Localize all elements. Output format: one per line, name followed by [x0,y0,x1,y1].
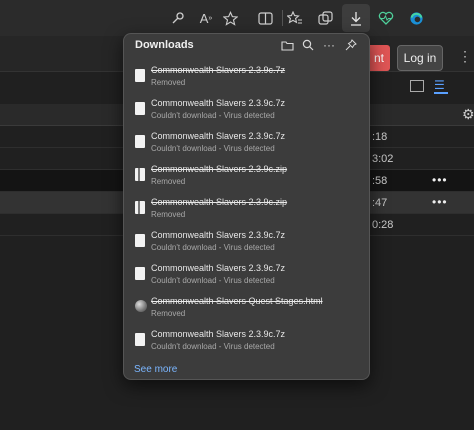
download-status: Removed [151,309,186,318]
split-screen-icon[interactable] [255,8,275,28]
download-status: Couldn't download - Virus detected [151,111,275,120]
download-item[interactable]: Commonwealth Slavers 2.3.9c.7z Removed [124,62,369,95]
download-filename[interactable]: Commonwealth Slavers 2.3.9c.7z [151,65,285,75]
download-item[interactable]: Commonwealth Slavers 2.3.9c.7z Couldn't … [124,128,369,161]
open-folder-icon[interactable] [279,37,295,53]
more-options-icon[interactable]: ⋮ [458,48,472,65]
gear-icon[interactable]: ⚙ [462,106,474,123]
download-status: Removed [151,78,186,87]
download-status: Removed [151,177,186,186]
grid-view-icon[interactable] [410,80,424,92]
favorite-star-icon[interactable] [220,8,240,28]
row-time: :47 [372,197,388,209]
row-time: 0:28 [372,219,394,231]
row-menu-icon[interactable]: ••• [432,195,448,209]
download-status: Couldn't download - Virus detected [151,342,275,351]
list-view-icon[interactable]: ☰ [434,79,448,94]
edge-file-icon [135,300,147,312]
edge-icon[interactable] [406,8,426,28]
search-icon[interactable] [300,37,316,53]
download-filename[interactable]: Commonwealth Slavers 2.3.9c.7z [151,263,285,273]
key-icon[interactable] [168,8,188,28]
download-filename[interactable]: Commonwealth Slavers Quest Stages.html [151,296,323,306]
zip-icon [135,168,145,181]
pin-icon[interactable] [343,37,359,53]
collections-icon[interactable] [315,8,335,28]
health-icon[interactable] [376,8,396,28]
more-options-icon[interactable]: ··· [321,37,337,53]
download-item[interactable]: Commonwealth Slavers 2.3.9c.7z Couldn't … [124,260,369,293]
downloads-flyout: Downloads ··· Commonwealth Slavers 2.3.9… [123,33,370,380]
download-filename[interactable]: Commonwealth Slavers 2.3.9c.7z [151,98,285,108]
favorites-icon[interactable] [285,8,305,28]
download-status: Couldn't download - Virus detected [151,243,275,252]
download-filename[interactable]: Commonwealth Slavers 2.3.9c.7z [151,329,285,339]
browser-toolbar: A» [0,0,474,36]
zip-icon [135,201,145,214]
downloads-icon[interactable] [346,8,366,28]
download-item[interactable]: Commonwealth Slavers Quest Stages.html R… [124,293,369,326]
row-time: :58 [372,175,388,187]
file-icon [135,333,145,346]
file-icon [135,267,145,280]
download-status: Couldn't download - Virus detected [151,276,275,285]
download-status: Couldn't download - Virus detected [151,144,275,153]
row-time: :18 [372,131,388,143]
download-item[interactable]: Commonwealth Slavers 2.3.9c.7z Couldn't … [124,227,369,260]
download-filename[interactable]: Commonwealth Slavers 2.3.9c.7z [151,131,285,141]
download-filename[interactable]: Commonwealth Slavers 2.3.9c.zip [151,197,287,207]
download-status: Removed [151,210,186,219]
download-item[interactable]: Commonwealth Slavers 2.3.9c.7z Couldn't … [124,326,369,359]
row-time: 3:02 [372,153,394,165]
file-icon [135,69,145,82]
file-icon [135,135,145,148]
file-icon [135,234,145,247]
row-menu-icon[interactable]: ••• [432,173,448,187]
download-filename[interactable]: Commonwealth Slavers 2.3.9c.7z [151,230,285,240]
login-button[interactable]: Log in [397,45,443,71]
download-item[interactable]: Commonwealth Slavers 2.3.9c.zip Removed [124,194,369,227]
download-filename[interactable]: Commonwealth Slavers 2.3.9c.zip [151,164,287,174]
read-aloud-icon[interactable]: A» [196,8,216,28]
see-more-link[interactable]: See more [134,364,177,375]
download-item[interactable]: Commonwealth Slavers 2.3.9c.zip Removed [124,161,369,194]
toolbar-separator [282,10,283,26]
downloads-title: Downloads [135,39,194,51]
file-icon [135,102,145,115]
download-item[interactable]: Commonwealth Slavers 2.3.9c.7z Couldn't … [124,95,369,128]
